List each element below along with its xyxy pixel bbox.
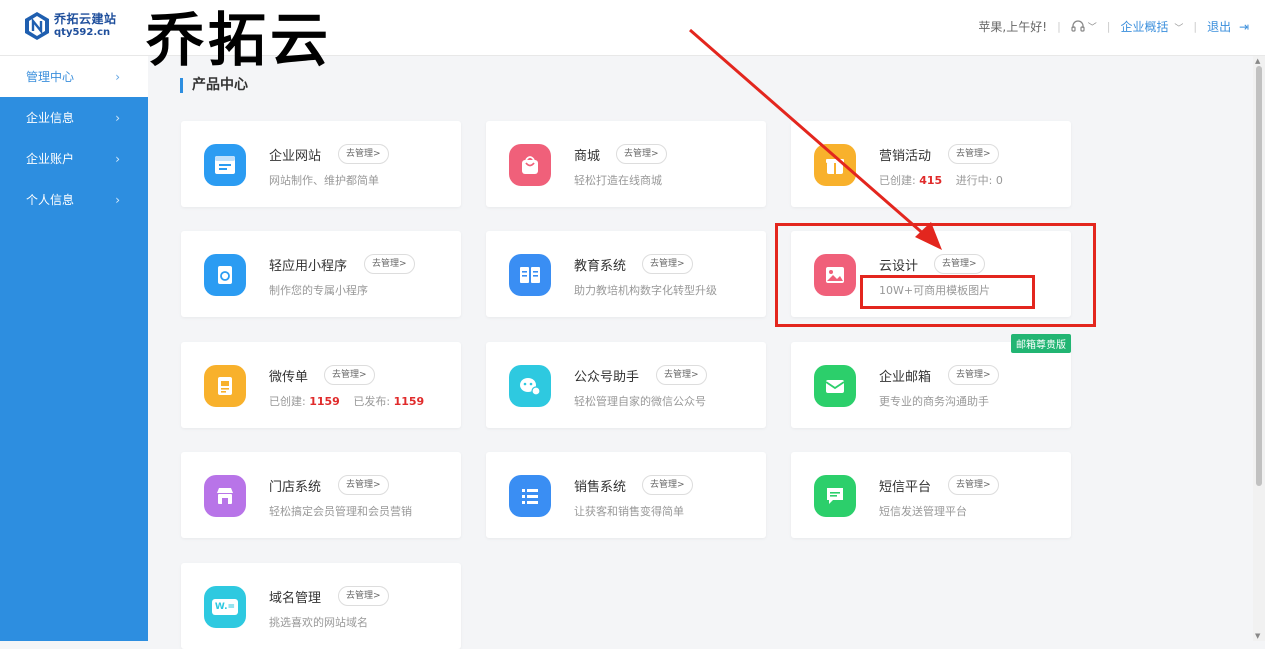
mail-icon [814,365,856,407]
mail-premium-badge: 邮箱尊贵版 [1011,334,1071,353]
card-description: 让获客和销售变得简单 [574,505,684,518]
store-icon [204,475,246,517]
headset-icon [1071,19,1085,32]
logo-domain: qty592.cn [54,27,111,38]
card-title: 企业网站 [269,149,322,164]
product-card-mall[interactable]: 商城 去管理> 轻松打造在线商城 [486,121,766,207]
card-title: 微传单 [269,370,309,385]
domain-icon: W.= [204,586,246,628]
product-card-mini-program[interactable]: 轻应用小程序 去管理> 制作您的专属小程序 [181,231,461,317]
sidebar-item-enterprise-info[interactable]: 企业信息 › [0,97,148,138]
card-description: 轻松管理自家的微信公众号 [574,395,706,408]
logout-icon: ⇥ [1238,20,1249,34]
manage-button[interactable]: 去管理> [642,475,693,495]
chevron-right-icon: › [115,192,120,207]
top-header: 乔拓云建站 qty592.cn 乔拓云 苹果,上午好! | ﹀ | 企业概括 ﹀… [0,0,1265,74]
created-count: 415 [919,174,943,187]
card-title: 商城 [574,149,601,164]
mini-program-icon [204,254,246,296]
card-title: 销售系统 [574,480,627,495]
manage-button[interactable]: 去管理> [324,365,375,385]
card-description: 网站制作、维护都简单 [269,174,379,187]
scroll-up-icon[interactable]: ▲ [1255,57,1260,65]
sidebar-item-enterprise-account[interactable]: 企业账户 › [0,138,148,179]
card-title: 企业邮箱 [879,370,932,385]
list-icon [509,475,551,517]
product-card-website[interactable]: 企业网站 去管理> 网站制作、维护都简单 [181,121,461,207]
sidebar: 管理中心 › 企业信息 › 企业账户 › 个人信息 › [0,56,148,641]
brand-logo[interactable]: 乔拓云建站 qty592.cn [24,11,117,41]
website-icon [204,144,246,186]
card-title: 门店系统 [269,480,322,495]
product-card-sms[interactable]: 短信平台 去管理> 短信发送管理平台 [791,452,1071,538]
domain-icon-label: W.= [211,599,239,615]
logo-name: 乔拓云建站 [54,12,117,26]
card-description: 更专业的商务沟通助手 [879,395,989,408]
active-count: 0 [995,174,1003,187]
manage-button[interactable]: 去管理> [948,365,999,385]
highlight-box-inner [860,275,1035,309]
card-title: 公众号助手 [574,370,640,385]
chevron-down-icon: ﹀ [1087,23,1097,33]
card-description: 挑选喜欢的网站域名 [269,616,368,629]
manage-button[interactable]: 去管理> [364,254,415,274]
wechat-icon [509,365,551,407]
section-title: 产品中心 [180,78,248,93]
enterprise-overview-menu[interactable]: 企业概括 ﹀ [1121,18,1184,35]
card-description: 已创建: 415 进行中: 0 [879,174,1003,187]
scroll-down-icon[interactable]: ▼ [1255,632,1260,640]
sms-icon [814,475,856,517]
card-title: 轻应用小程序 [269,259,348,274]
card-title: 教育系统 [574,259,627,274]
flyer-icon [204,365,246,407]
card-description: 轻松打造在线商城 [574,174,662,187]
product-card-marketing[interactable]: 营销活动 去管理> 已创建: 415 进行中: 0 [791,121,1071,207]
card-description: 轻松搞定会员管理和会员营销 [269,505,412,518]
manage-button[interactable]: 去管理> [338,475,389,495]
gift-icon [814,144,856,186]
chevron-right-icon: › [115,110,120,125]
header-actions: 苹果,上午好! | ﹀ | 企业概括 ﹀ | 退出 ⇥ [978,18,1249,35]
published-count: 1159 [393,395,425,408]
manage-button[interactable]: 去管理> [642,254,693,274]
chevron-down-icon: ﹀ [1174,24,1184,34]
product-card-micro-flyer[interactable]: 微传单 去管理> 已创建: 1159 已发布: 1159 [181,342,461,428]
logo-icon [25,12,49,40]
product-card-official-account[interactable]: 公众号助手 去管理> 轻松管理自家的微信公众号 [486,342,766,428]
card-description: 助力教培机构数字化转型升级 [574,284,717,297]
card-description: 已创建: 1159 已发布: 1159 [269,395,425,408]
overlay-title: 乔拓云 [146,6,333,74]
manage-button[interactable]: 去管理> [948,144,999,164]
scroll-thumb[interactable] [1256,66,1262,486]
sidebar-item-management-center[interactable]: 管理中心 › [0,56,148,97]
card-description: 制作您的专属小程序 [269,284,368,297]
created-count: 1159 [309,395,340,408]
sidebar-item-personal-info[interactable]: 个人信息 › [0,179,148,220]
shopping-bag-icon [509,144,551,186]
card-title: 短信平台 [879,480,932,495]
logout-button[interactable]: 退出 ⇥ [1207,18,1249,35]
card-description: 短信发送管理平台 [879,505,967,518]
card-title: 营销活动 [879,149,932,164]
chevron-right-icon: › [115,69,120,84]
manage-button[interactable]: 去管理> [656,365,707,385]
product-card-domain[interactable]: W.= 域名管理 去管理> 挑选喜欢的网站域名 [181,563,461,649]
manage-button[interactable]: 去管理> [948,475,999,495]
manage-button[interactable]: 去管理> [338,144,389,164]
customer-service-button[interactable]: ﹀ [1071,19,1097,34]
product-card-store[interactable]: 门店系统 去管理> 轻松搞定会员管理和会员营销 [181,452,461,538]
product-card-sales[interactable]: 销售系统 去管理> 让获客和销售变得简单 [486,452,766,538]
greeting-text: 苹果,上午好! [978,20,1048,34]
page-scrollbar[interactable]: ▲ ▼ [1253,56,1265,641]
product-card-education[interactable]: 教育系统 去管理> 助力教培机构数字化转型升级 [486,231,766,317]
manage-button[interactable]: 去管理> [616,144,667,164]
chevron-right-icon: › [115,151,120,166]
product-card-enterprise-mail[interactable]: 邮箱尊贵版 企业邮箱 去管理> 更专业的商务沟通助手 [791,334,1071,428]
card-title: 域名管理 [269,591,322,606]
manage-button[interactable]: 去管理> [338,586,389,606]
book-icon [509,254,551,296]
